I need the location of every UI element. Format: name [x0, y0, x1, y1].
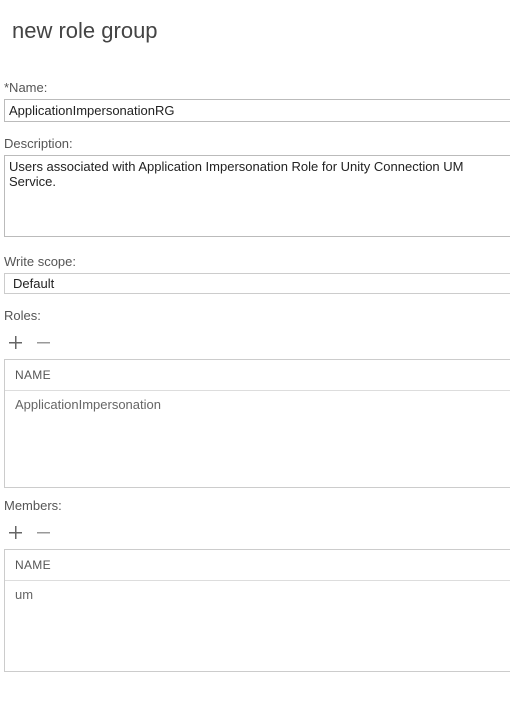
write-scope-select[interactable]: Default: [4, 273, 510, 294]
remove-role-button[interactable]: [34, 333, 52, 351]
members-list-body[interactable]: um: [5, 581, 510, 671]
minus-icon: [36, 335, 51, 350]
page-title: new role group: [4, 0, 510, 74]
members-list: NAME um: [4, 549, 510, 672]
description-input[interactable]: [4, 155, 510, 237]
remove-member-button[interactable]: [34, 523, 52, 541]
add-member-button[interactable]: [6, 523, 24, 541]
roles-list-body[interactable]: ApplicationImpersonation: [5, 391, 510, 487]
name-label: *Name:: [4, 80, 510, 95]
write-scope-label: Write scope:: [4, 254, 510, 269]
add-role-button[interactable]: [6, 333, 24, 351]
list-item[interactable]: um: [15, 587, 500, 602]
plus-icon: [8, 525, 23, 540]
description-label: Description:: [4, 136, 510, 151]
roles-list-header: NAME: [5, 360, 510, 391]
list-item[interactable]: ApplicationImpersonation: [15, 397, 500, 412]
roles-label: Roles:: [4, 308, 510, 323]
members-label: Members:: [4, 498, 510, 513]
plus-icon: [8, 335, 23, 350]
name-input[interactable]: [4, 99, 510, 122]
members-list-header: NAME: [5, 550, 510, 581]
minus-icon: [36, 525, 51, 540]
roles-list: NAME ApplicationImpersonation: [4, 359, 510, 488]
